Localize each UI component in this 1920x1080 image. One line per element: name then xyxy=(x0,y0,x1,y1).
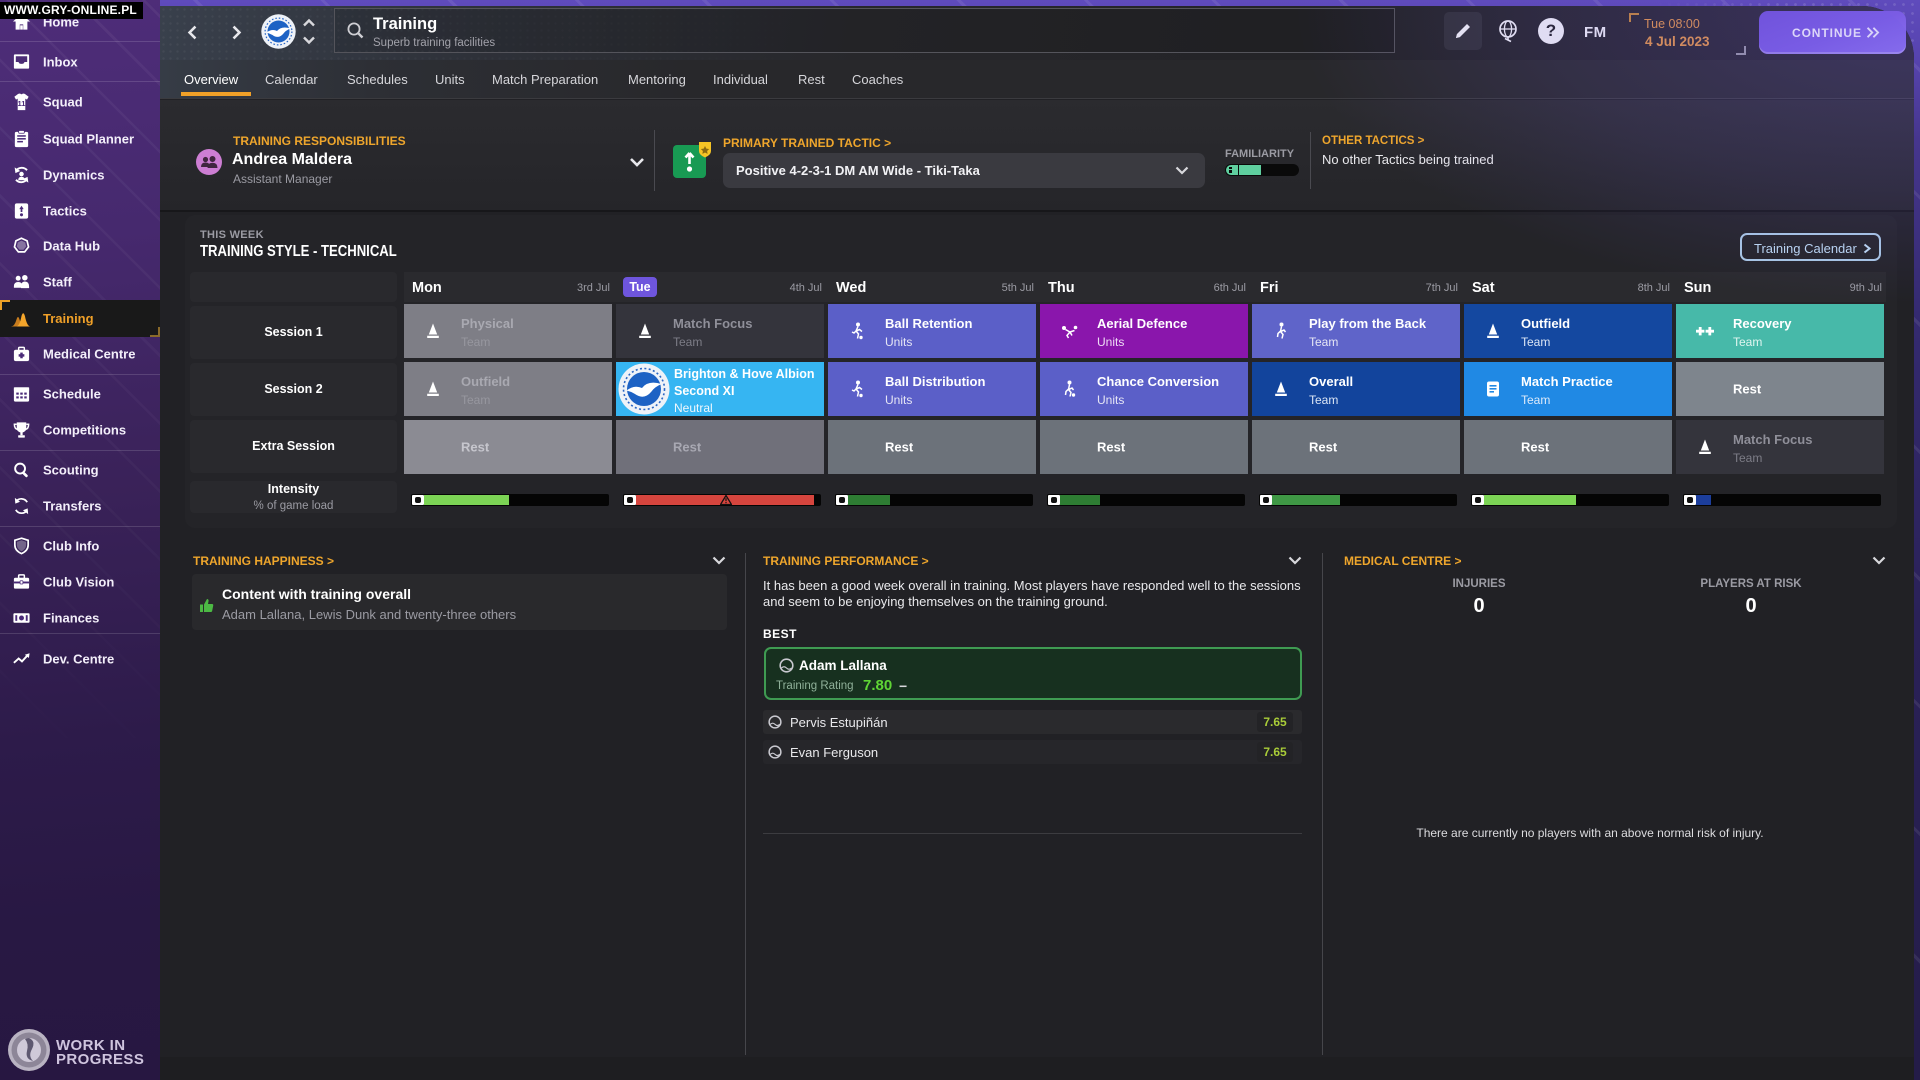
svg-text:11: 11 xyxy=(17,99,26,108)
